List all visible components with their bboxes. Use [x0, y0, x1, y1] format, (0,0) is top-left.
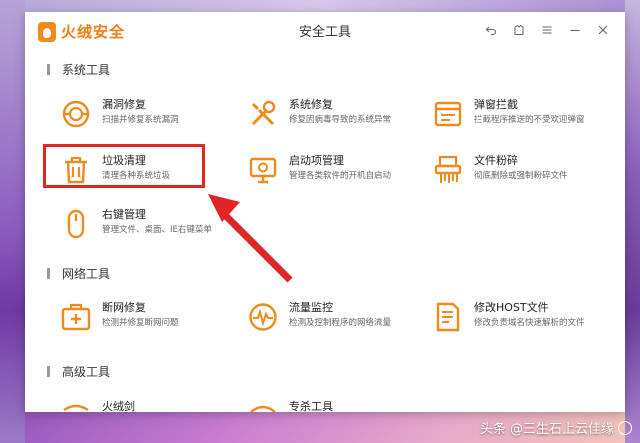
- sword-icon: [58, 398, 94, 412]
- popup-window-icon: [430, 96, 466, 132]
- desktop-background-top: [0, 0, 640, 12]
- tool-name: 文件粉碎: [474, 153, 568, 168]
- tool-desc: 修改负责域名快速解析的文件: [474, 317, 585, 330]
- title-bar: 火绒安全 安全工具: [25, 12, 625, 48]
- tool-name: 漏洞修复: [102, 97, 179, 112]
- tool-desc: 检测及控制程序的网络流量: [289, 317, 391, 330]
- watermark-badge-icon: [618, 421, 632, 435]
- menu-icon[interactable]: [533, 21, 561, 39]
- tool-desc: 管理文件、桌面、IE右键菜单: [102, 224, 212, 237]
- tool-name: 启动项管理: [289, 153, 391, 168]
- tool-traffic-mon[interactable]: 流量监控 检测及控制程序的网络流量: [245, 299, 425, 339]
- section-advanced-tools: 高级工具: [47, 363, 110, 380]
- tool-file-shred[interactable]: 文件粉碎 彻底删除或强制粉碎文件: [430, 152, 610, 192]
- desktop-background-left: [0, 0, 25, 443]
- back-icon[interactable]: [477, 21, 505, 39]
- wrench-screwdriver-icon: [245, 96, 281, 132]
- document-edit-icon: [430, 299, 466, 335]
- first-aid-kit-icon: [58, 299, 94, 335]
- tool-name: 火绒剑: [102, 399, 135, 412]
- huorong-logo-icon: [38, 22, 56, 42]
- tool-name: 右键管理: [102, 207, 212, 222]
- tool-host-edit[interactable]: 修改HOST文件 修改负责域名快速解析的文件: [430, 299, 610, 339]
- tool-desc: 修复因病毒导致的系统异常: [289, 114, 391, 127]
- desktop-background-right: [625, 0, 640, 443]
- tool-name: 系统修复: [289, 97, 391, 112]
- tool-name: 修改HOST文件: [474, 300, 585, 315]
- tool-name: 断网修复: [102, 300, 179, 315]
- window-title: 安全工具: [299, 25, 351, 40]
- highlight-box: [43, 144, 205, 188]
- minimize-icon[interactable]: [561, 21, 589, 39]
- tool-desc: 彻底删除或强制粉碎文件: [474, 170, 568, 183]
- huorong-tools-window: 火绒安全 安全工具 系统工具: [25, 12, 625, 412]
- section-system-tools: 系统工具: [47, 61, 110, 78]
- section-bar: [47, 268, 50, 279]
- watermark-text: 头条 @三生石上云佳缘: [480, 418, 614, 437]
- pulse-gauge-icon: [245, 299, 281, 335]
- tool-vuln-fix[interactable]: 漏洞修复 扫描并修复系统漏洞: [58, 96, 238, 136]
- section-bar: [47, 64, 50, 75]
- tool-sys-repair[interactable]: 系统修复 修复因病毒导致的系统异常: [245, 96, 425, 136]
- app-logo: 火绒安全: [38, 21, 125, 42]
- watermark: 头条 @三生石上云佳缘: [480, 418, 632, 437]
- tool-desc: 拦截程序推送的不受欢迎弹窗: [474, 114, 585, 127]
- section-title-text: 系统工具: [62, 61, 110, 78]
- tool-desc: 检测并修复断网问题: [102, 317, 179, 330]
- tool-desc: 扫描并修复系统漏洞: [102, 114, 179, 127]
- shredder-icon: [430, 152, 466, 188]
- tool-name: 专杀工具: [289, 399, 333, 412]
- section-title-text: 高级工具: [62, 363, 110, 380]
- mouse-icon: [58, 206, 94, 242]
- section-bar: [47, 366, 50, 377]
- tool-net-repair[interactable]: 断网修复 检测并修复断网问题: [58, 299, 238, 339]
- window-controls: [477, 21, 617, 39]
- tool-name: 弹窗拦截: [474, 97, 585, 112]
- app-logo-text: 火绒安全: [61, 21, 125, 42]
- section-network-tools: 网络工具: [47, 265, 110, 282]
- kill-tool-icon: [245, 398, 281, 412]
- tool-name: 流量监控: [289, 300, 391, 315]
- vuln-fix-icon: [58, 96, 94, 132]
- section-title-text: 网络工具: [62, 265, 110, 282]
- skin-icon[interactable]: [505, 21, 533, 39]
- tool-adv-2[interactable]: 专杀工具: [245, 398, 425, 412]
- close-icon[interactable]: [589, 21, 617, 39]
- annotation-arrow-icon: [200, 180, 310, 290]
- tool-popup-block[interactable]: 弹窗拦截 拦截程序推送的不受欢迎弹窗: [430, 96, 610, 136]
- tool-adv-1[interactable]: 火绒剑: [58, 398, 238, 412]
